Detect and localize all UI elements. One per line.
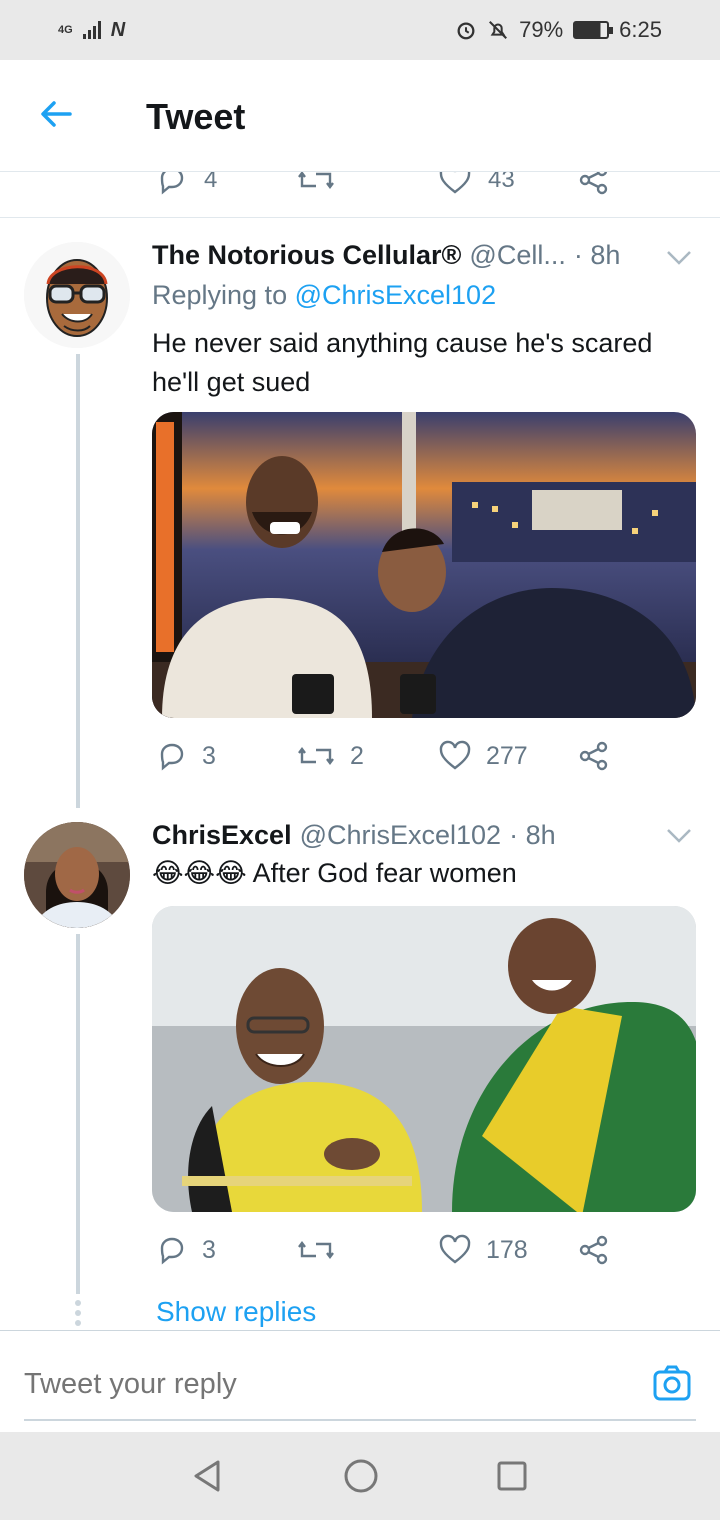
tweet-header: ChrisExcel @ChrisExcel102 · 8h (152, 820, 556, 851)
chevron-down-icon[interactable] (666, 828, 692, 844)
battery-icon (573, 21, 614, 39)
tweet[interactable]: ChrisExcel @ChrisExcel102 · 8h 😂😂😂 After… (0, 808, 720, 1308)
system-nav-bar (0, 1432, 720, 1520)
tweet-header: The Notorious Cellular® @Cell... · 8h (152, 240, 620, 271)
nav-home-icon[interactable] (343, 1458, 379, 1494)
replying-to: Replying to @ChrisExcel102 (152, 280, 497, 310)
retweet-button[interactable] (296, 172, 336, 196)
share-button[interactable] (578, 1234, 610, 1266)
tweet[interactable]: The Notorious Cellular® @Cell... · 8h Re… (0, 218, 720, 808)
tweet-text: He never said anything cause he's scared… (152, 328, 653, 397)
thread-line (76, 934, 80, 1294)
photo-rally-image (152, 906, 696, 1212)
retweet-icon (298, 172, 334, 189)
reply-button[interactable]: 3 (156, 740, 216, 772)
retweet-icon (298, 747, 334, 765)
network-type: 4G (58, 24, 73, 36)
author-handle[interactable]: @Cell... (469, 240, 565, 271)
heart-icon (439, 1234, 471, 1264)
nav-recents-icon[interactable] (496, 1460, 528, 1492)
thread-continuation-dots (75, 1300, 81, 1330)
mute-icon (489, 21, 508, 39)
camera-icon[interactable] (652, 1363, 692, 1403)
status-bar: 4G N 79% 6:25 (0, 0, 720, 60)
reply-composer (0, 1330, 720, 1432)
signal-icon (82, 21, 101, 39)
clock: 6:25 (619, 17, 662, 42)
tweet-image[interactable] (152, 906, 696, 1212)
profile-photo-image (24, 822, 130, 928)
like-button[interactable]: 277 (438, 740, 528, 772)
show-replies-link[interactable]: Show replies (156, 1296, 316, 1328)
arrow-left-icon[interactable] (36, 94, 76, 134)
chevron-down-icon[interactable] (666, 250, 692, 266)
like-button[interactable]: 43 (438, 172, 515, 196)
retweet-icon (298, 1241, 334, 1259)
laughing-emoji: 😂😂😂 (152, 858, 247, 888)
tweet-actions: 3 178 (152, 1234, 672, 1274)
tweet-time: · 8h (509, 820, 556, 850)
previous-tweet-actions: 4 43 (0, 172, 720, 218)
nav-back-icon[interactable] (190, 1458, 224, 1494)
reply-button[interactable]: 4 (156, 172, 217, 196)
tweet-text: 😂😂😂 After God fear women (152, 858, 517, 888)
n-app-icon: N (110, 18, 126, 41)
reply-button[interactable]: 3 (156, 1234, 216, 1266)
tweet-actions: 3 2 277 (152, 740, 672, 780)
reply-count: 3 (202, 741, 216, 770)
reply-input[interactable] (24, 1349, 696, 1421)
author-name[interactable]: ChrisExcel (152, 820, 292, 851)
heart-icon (439, 172, 471, 194)
alarm-icon (457, 22, 475, 40)
like-count: 178 (486, 1235, 528, 1264)
retweet-count: 2 (350, 741, 364, 770)
reply-icon (160, 172, 184, 195)
avatar[interactable] (24, 242, 130, 348)
reply-icon (160, 743, 184, 771)
reply-count: 3 (202, 1235, 216, 1264)
tweet-time: · 8h (573, 240, 621, 270)
status-right: 79% 6:25 (455, 17, 662, 43)
avatar[interactable] (24, 822, 130, 928)
page-title: Tweet (146, 96, 246, 137)
app-header: Tweet (0, 60, 720, 172)
battery-percent: 79% (519, 17, 564, 42)
like-button[interactable]: 178 (438, 1234, 528, 1266)
status-left: 4G N (58, 19, 125, 42)
author-handle[interactable]: @ChrisExcel102 (300, 820, 502, 851)
author-name[interactable]: The Notorious Cellular® (152, 240, 461, 271)
heart-icon (439, 740, 471, 770)
photo-talk-show-image (152, 412, 696, 718)
retweet-button[interactable]: 2 (296, 740, 364, 772)
reply-icon (160, 1237, 184, 1265)
cartoon-avatar-image (24, 242, 130, 348)
tweet-image[interactable] (152, 412, 696, 718)
retweet-button[interactable] (296, 1234, 350, 1266)
share-button[interactable] (578, 740, 610, 772)
share-icon (579, 172, 608, 195)
share-icon (579, 741, 608, 771)
share-icon (579, 1235, 608, 1265)
like-count: 277 (486, 741, 528, 770)
share-button[interactable] (578, 172, 610, 196)
thread-line (76, 354, 80, 808)
mention-link[interactable]: @ChrisExcel102 (295, 280, 497, 310)
